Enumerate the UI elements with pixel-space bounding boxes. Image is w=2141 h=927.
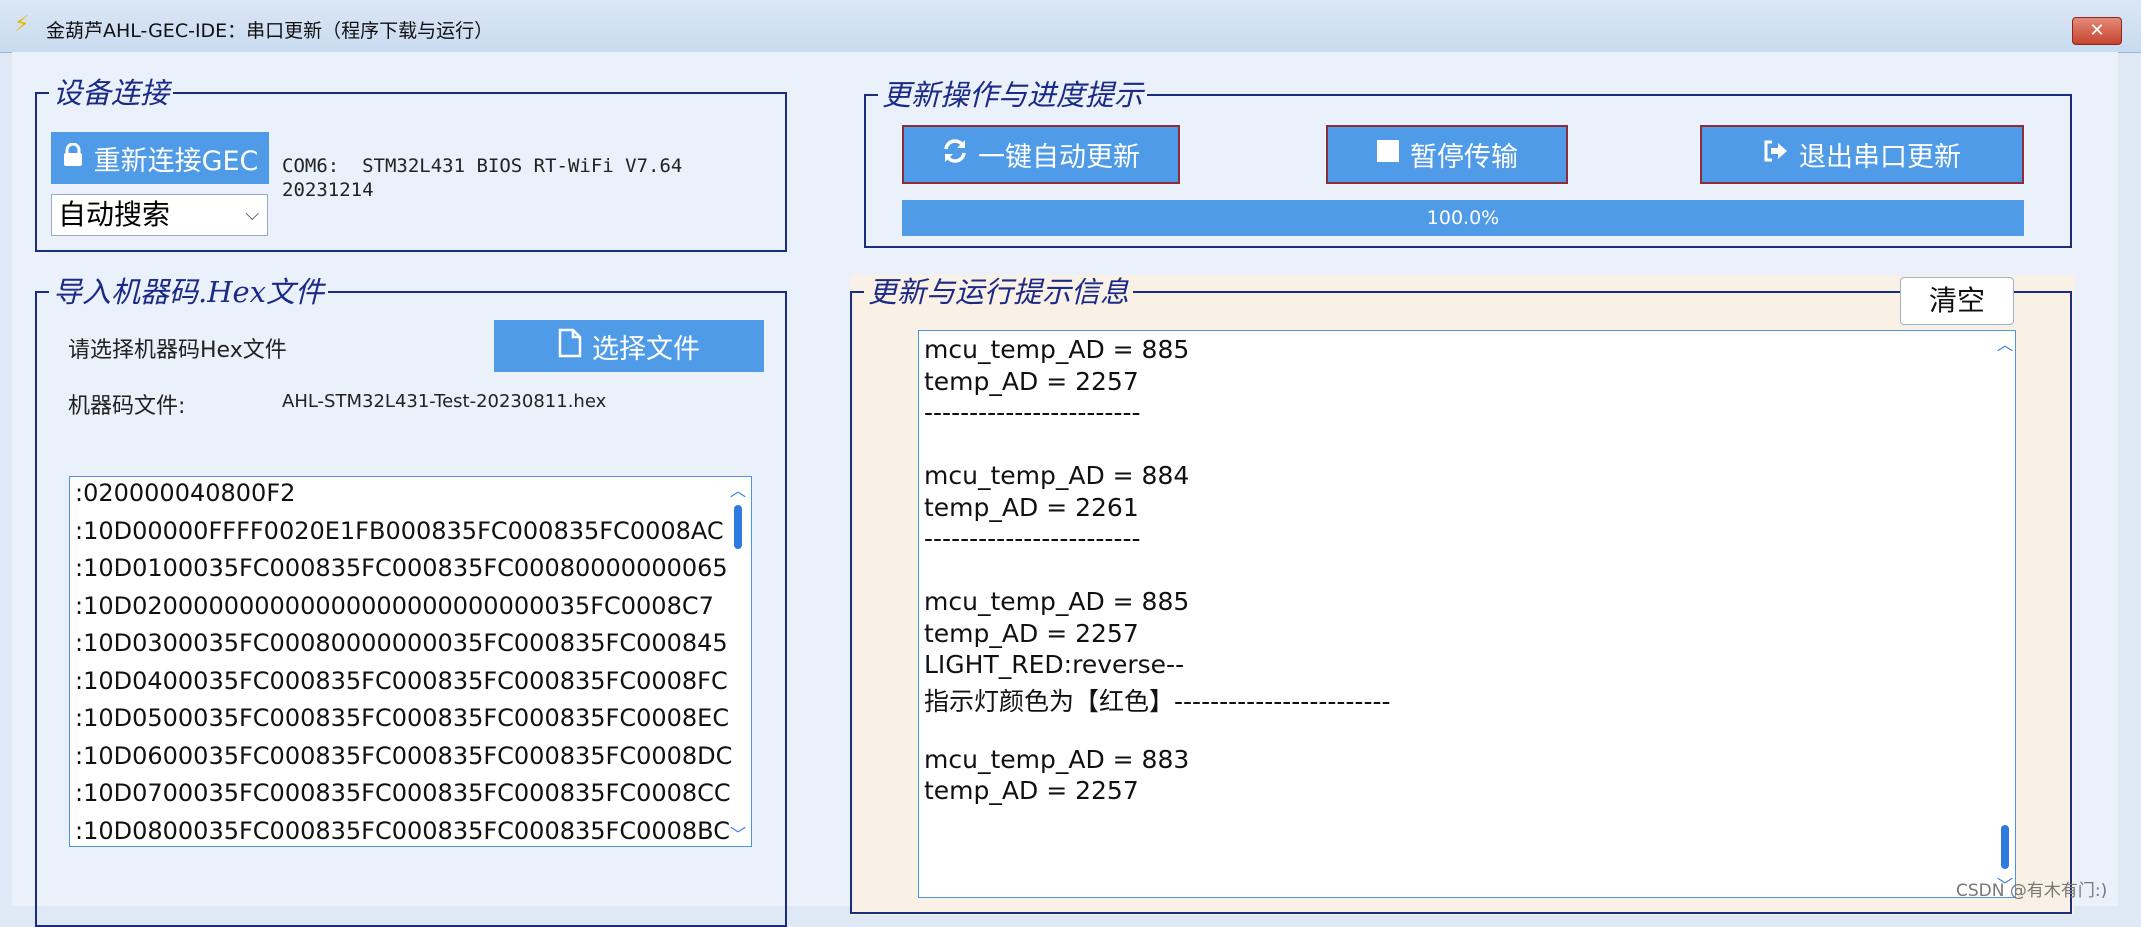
pause-transfer-button[interactable]: 暂停传输 bbox=[1326, 125, 1568, 184]
scroll-up-icon[interactable]: ︿ bbox=[730, 477, 746, 501]
log-line: ------------------------ bbox=[924, 398, 1141, 427]
sign-out-icon bbox=[1763, 139, 1789, 170]
log-line: temp_AD = 2261 bbox=[924, 492, 1139, 522]
progress-text: 100.0% bbox=[1426, 207, 1500, 229]
device-status-line2: 20231214 bbox=[282, 179, 374, 201]
chevron-down-icon: ⌵ bbox=[245, 204, 259, 225]
hex-line: :10D0100035FC000835FC000835FC00080000000… bbox=[75, 554, 728, 582]
device-connection-legend: 设备连接 bbox=[53, 76, 170, 110]
log-scrollbar-thumb[interactable] bbox=[2001, 825, 2009, 869]
hex-line: :10D0800035FC000835FC000835FC000835FC000… bbox=[75, 816, 730, 845]
stop-icon bbox=[1376, 139, 1400, 170]
scroll-down-icon[interactable]: ﹀ bbox=[730, 821, 746, 845]
lightning-icon: ⚡ bbox=[14, 12, 30, 37]
hex-content-box[interactable]: :020000040800F2 :10D00000FFFF0020E1FB0008… bbox=[69, 476, 752, 847]
log-line: LIGHT_RED:reverse-- bbox=[924, 650, 1185, 679]
exit-serial-update-button[interactable]: 退出串口更新 bbox=[1700, 125, 2024, 184]
log-line: mcu_temp_AD = 885 bbox=[924, 335, 1190, 364]
hex-line: :10D020000000000000000000000000035FC0008… bbox=[75, 591, 714, 620]
document-icon bbox=[558, 328, 582, 365]
progress-bar: 100.0% bbox=[902, 200, 2024, 236]
hex-line: :10D0600035FC000835FC000835FC000835FC000… bbox=[75, 741, 733, 770]
choose-file-button[interactable]: 选择文件 bbox=[494, 320, 764, 372]
hex-file-label: 机器码文件: bbox=[68, 394, 186, 419]
device-status-line1: COM6: STM32L431 BIOS RT-WiFi V7.64 bbox=[282, 155, 683, 177]
select-hex-prompt: 请选择机器码Hex文件 bbox=[68, 338, 287, 363]
log-line: mcu_temp_AD = 883 bbox=[924, 744, 1190, 774]
exit-serial-update-label: 退出串口更新 bbox=[1799, 142, 1961, 173]
log-line: temp_AD = 2257 bbox=[924, 366, 1139, 396]
hex-line: :020000040800F2 bbox=[75, 479, 296, 507]
log-output-box[interactable]: mcu_temp_AD = 885 temp_AD = 2257 ---------… bbox=[918, 330, 2016, 898]
clear-log-button[interactable]: 清空 bbox=[1900, 277, 2014, 325]
reconnect-gec-button[interactable]: 重新连接GEC bbox=[51, 132, 269, 184]
auto-update-label: 一键自动更新 bbox=[978, 142, 1140, 173]
refresh-icon bbox=[942, 138, 968, 171]
hex-line: :10D0300035FC00080000000035FC000835FC000… bbox=[75, 629, 728, 657]
window-title: 金葫芦AHL-GEC-IDE：串口更新（程序下载与运行） bbox=[46, 20, 494, 42]
hex-line: :10D0400035FC000835FC000835FC000835FC000… bbox=[75, 666, 728, 695]
log-line: temp_AD = 2257 bbox=[924, 618, 1139, 648]
log-line: ------------------------ bbox=[924, 524, 1141, 553]
title-bar: ⚡ 金葫芦AHL-GEC-IDE：串口更新（程序下载与运行） ✕ bbox=[0, 0, 2141, 53]
auto-update-button[interactable]: 一键自动更新 bbox=[902, 125, 1180, 184]
log-line: mcu_temp_AD = 884 bbox=[924, 461, 1190, 490]
choose-file-label: 选择文件 bbox=[592, 333, 700, 365]
hex-file-name: AHL-STM32L431-Test-20230811.hex bbox=[282, 391, 607, 412]
watermark: CSDN @有木有门:) bbox=[1956, 881, 2108, 901]
update-operations-legend: 更新操作与进度提示 bbox=[882, 78, 1144, 112]
log-line: 指示灯颜色为【红色】------------------------ bbox=[924, 686, 1391, 716]
close-button[interactable]: ✕ bbox=[2072, 17, 2122, 45]
search-mode-value: 自动搜索 bbox=[58, 198, 171, 231]
lock-icon bbox=[62, 142, 84, 174]
hex-scrollbar-thumb[interactable] bbox=[734, 505, 742, 549]
log-legend: 更新与运行提示信息 bbox=[868, 275, 1130, 309]
hex-line: :10D0700035FC000835FC000835FC000835FC000… bbox=[75, 779, 731, 807]
window-client: 设备连接 重新连接GEC 自动搜索 ⌵ COM6: STM32L431 BIOS… bbox=[12, 52, 2118, 927]
reconnect-gec-label: 重新连接GEC bbox=[93, 145, 259, 177]
log-line: mcu_temp_AD = 885 bbox=[924, 587, 1190, 616]
hex-line: :10D0500035FC000835FC000835FC000835FC000… bbox=[75, 704, 730, 732]
pause-transfer-label: 暂停传输 bbox=[1410, 142, 1518, 173]
scroll-up-icon[interactable]: ︿ bbox=[1997, 331, 2013, 355]
import-hex-legend: 导入机器码.Hex文件 bbox=[53, 275, 325, 309]
log-line: temp_AD = 2257 bbox=[924, 776, 1139, 805]
search-mode-select[interactable]: 自动搜索 ⌵ bbox=[51, 194, 268, 236]
hex-line: :10D00000FFFF0020E1FB000835FC000835FC000… bbox=[75, 516, 724, 545]
